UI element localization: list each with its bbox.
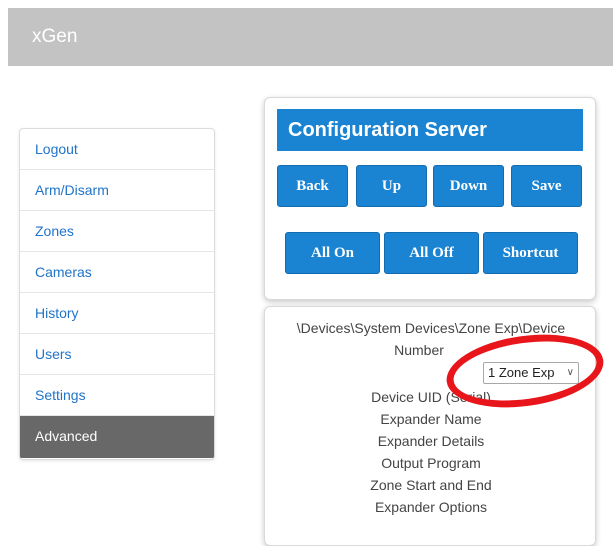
sidebar-item-arm-disarm[interactable]: Arm/Disarm (20, 170, 214, 211)
sidebar-item-zones[interactable]: Zones (20, 211, 214, 252)
field-expander-options[interactable]: Expander Options (265, 497, 597, 517)
configuration-title: Configuration Server (277, 109, 583, 151)
sidebar-item-settings[interactable]: Settings (20, 375, 214, 416)
field-expander-details[interactable]: Expander Details (265, 431, 597, 451)
sidebar-item-logout[interactable]: Logout (20, 129, 214, 170)
sidebar-nav: Logout Arm/Disarm Zones Cameras History … (19, 128, 215, 460)
back-button[interactable]: Back (277, 165, 348, 207)
down-button[interactable]: Down (433, 165, 504, 207)
shortcut-button[interactable]: Shortcut (483, 232, 578, 274)
sidebar-item-advanced[interactable]: Advanced (20, 416, 214, 458)
sidebar-item-cameras[interactable]: Cameras (20, 252, 214, 293)
top-bar: xGen (8, 8, 613, 66)
field-expander-name[interactable]: Expander Name (265, 409, 597, 429)
all-on-button[interactable]: All On (285, 232, 380, 274)
up-button[interactable]: Up (356, 165, 427, 207)
field-zone-start-end[interactable]: Zone Start and End (265, 475, 597, 495)
all-off-button[interactable]: All Off (384, 232, 479, 274)
field-output-program[interactable]: Output Program (265, 453, 597, 473)
app-title: xGen (32, 26, 78, 47)
sidebar-item-history[interactable]: History (20, 293, 214, 334)
configuration-panel: Configuration Server Back Up Down Save A… (264, 97, 596, 300)
sidebar-item-users[interactable]: Users (20, 334, 214, 375)
save-button[interactable]: Save (511, 165, 582, 207)
